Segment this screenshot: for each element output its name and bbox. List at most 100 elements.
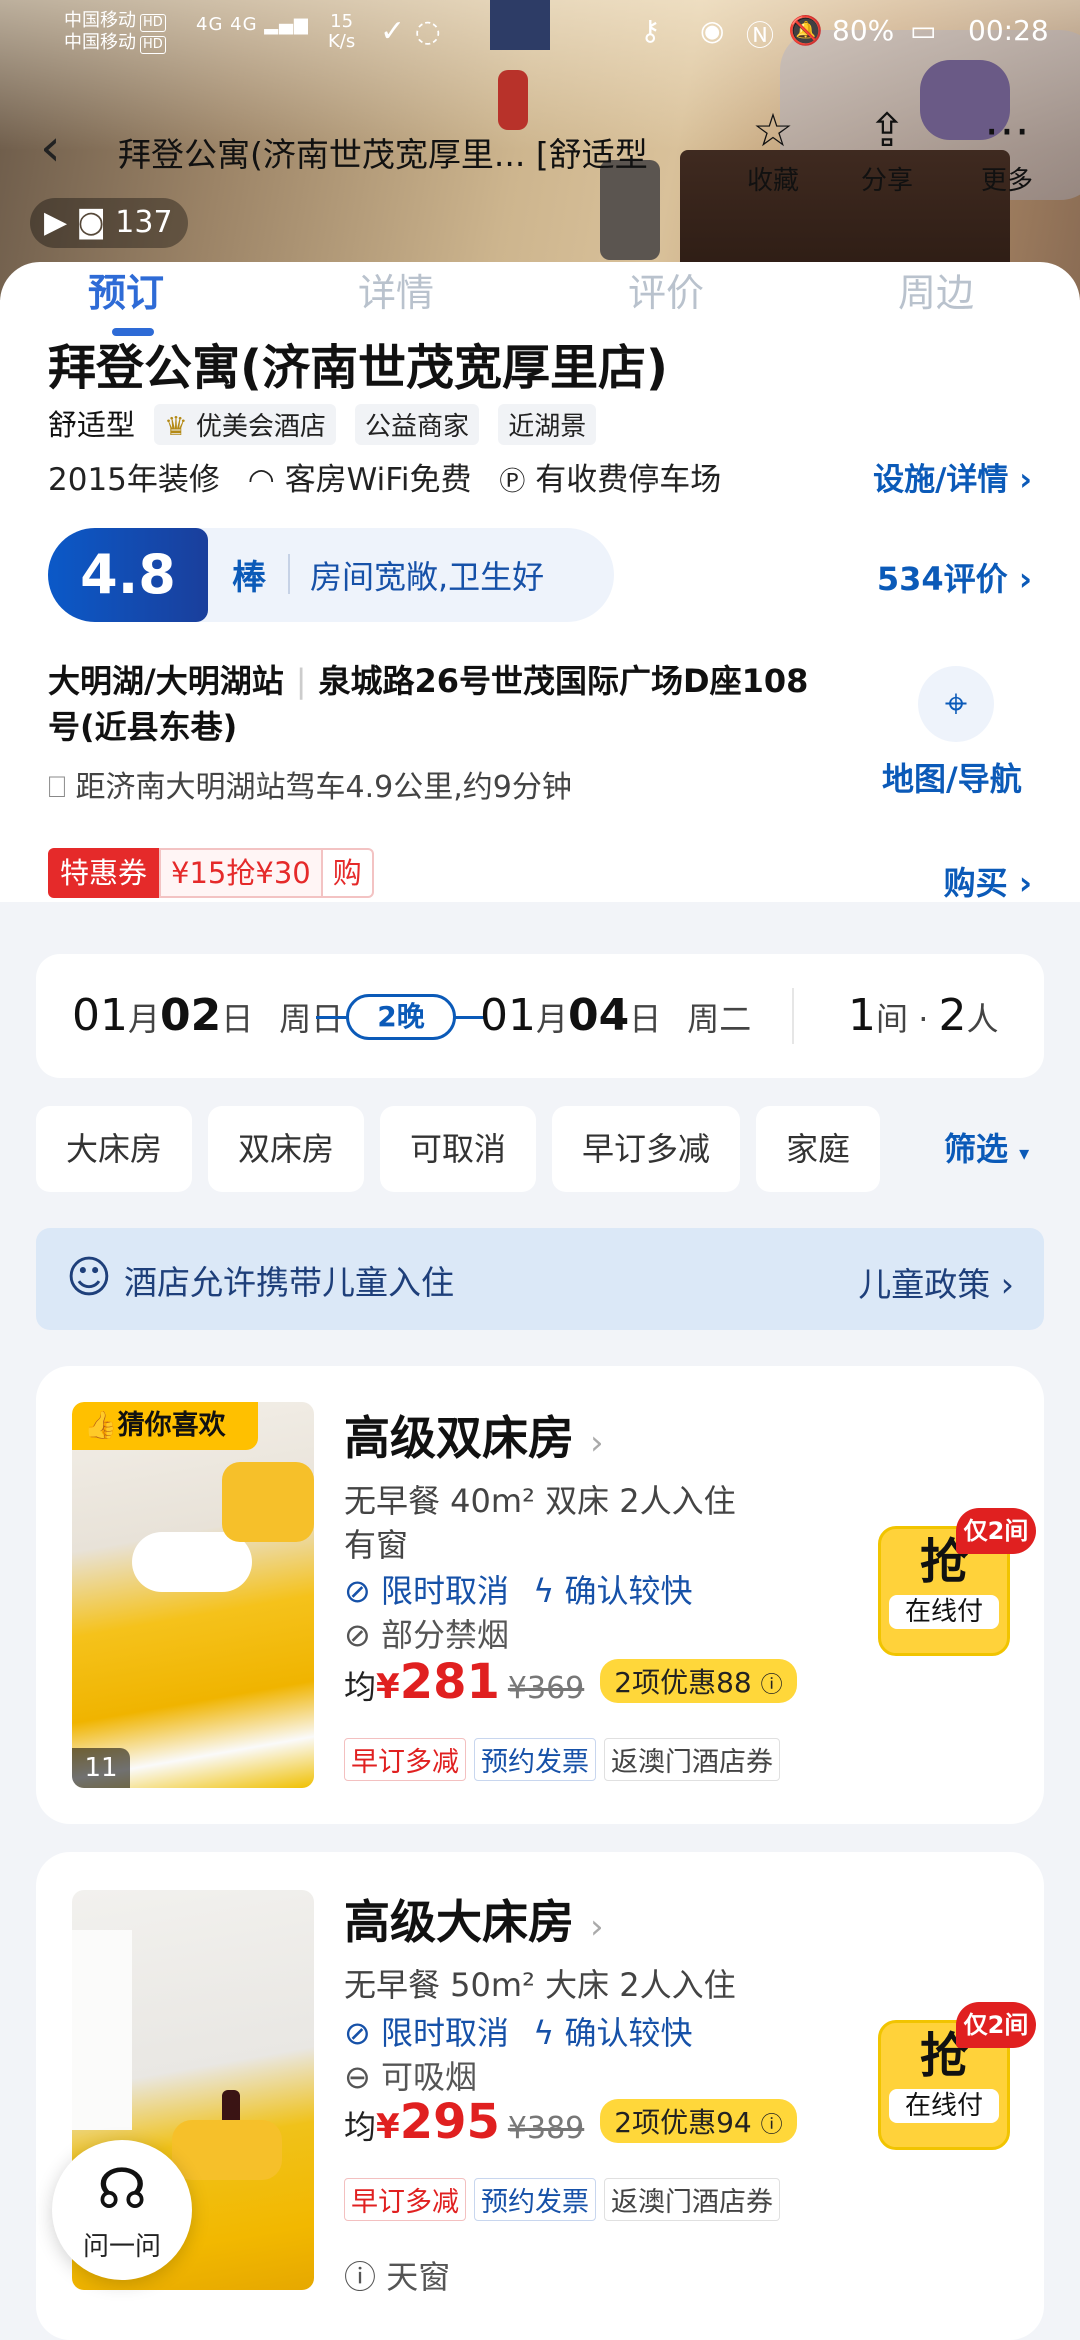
discount-badge[interactable]: 2项优惠94 ⓘ: [600, 2099, 797, 2143]
clock: 00:28: [968, 14, 1049, 47]
customer-service-button[interactable]: ☊ 问一问: [52, 2140, 192, 2280]
cancel-policy: 限时取消: [380, 1572, 509, 1610]
share-button[interactable]: ⇪ 分享: [842, 100, 932, 197]
buy-link-label: 购买: [943, 864, 1008, 902]
reviews-link[interactable]: 534评价 ›: [877, 554, 1032, 600]
chevron-right-icon: ›: [1000, 1265, 1014, 1304]
guest-unit: 人: [966, 1000, 999, 1038]
chain-chip: ♛ 优美会酒店: [154, 404, 336, 445]
price-value: 281: [399, 1654, 500, 1710]
camera-icon: ◙: [76, 205, 106, 240]
carrier-2: 中国移动: [64, 32, 136, 53]
coupon-tag: 特惠券: [48, 848, 160, 898]
room-guest-selector[interactable]: 1间 · 2人: [848, 990, 999, 1041]
station-icon: ⎕: [48, 770, 66, 805]
checkin-month: 01: [72, 990, 128, 1041]
back-icon[interactable]: ‹: [40, 122, 61, 174]
filter-early-booking[interactable]: 早订多减: [552, 1106, 741, 1192]
child-policy-link-label: 儿童政策: [858, 1265, 991, 1304]
nfc-n-icon: Ⓝ: [746, 19, 775, 52]
facilities-link[interactable]: 设施/详情 ›: [873, 454, 1032, 499]
map-link[interactable]: 地图/导航: [882, 754, 1022, 800]
photo-count-badge[interactable]: ▶ ◙ 137: [30, 198, 188, 248]
carrier-info: 中国移动 HD 中国移动 HD: [64, 10, 166, 54]
lightning-icon: ϟ: [533, 1572, 555, 1610]
room-card[interactable]: 高级大床房 › 无早餐 50m² 大床 2人入住 ⊘ 限时取消 ϟ 确认较快 ⊖…: [36, 1852, 1044, 2340]
lake-view-chip: 近湖景: [498, 404, 597, 445]
room-name[interactable]: 高级大床房 ›: [344, 1886, 604, 1952]
chevron-right-icon: ›: [1018, 864, 1032, 902]
network-speed: 15 K/s: [328, 12, 355, 52]
room-desc: 无早餐 40m² 双床 2人入住: [344, 1482, 736, 1520]
coupon-badge[interactable]: 特惠券 ¥15抢¥30 购: [48, 848, 374, 898]
room-price: 均¥281 ¥369 2项优惠88 ⓘ: [344, 1654, 797, 1710]
room-name[interactable]: 高级双床房 ›: [344, 1402, 604, 1468]
hotel-type: 舒适型: [48, 408, 136, 442]
distance-text: 距济南大明湖站驾车4.9公里,约9分钟: [75, 770, 572, 805]
rating-pill[interactable]: 4.8 棒 房间宽敞,卫生好: [48, 528, 614, 622]
filter-king-bed[interactable]: 大床房: [36, 1106, 193, 1192]
tag-early-booking: 早订多减: [344, 2178, 466, 2221]
filter-cancellable[interactable]: 可取消: [380, 1106, 537, 1192]
more-label: 更多: [980, 166, 1033, 196]
tab-reviews[interactable]: 评价: [628, 262, 704, 317]
month-char: 月: [536, 1000, 569, 1038]
headset-icon: ☊: [97, 2157, 147, 2222]
checkout-date[interactable]: 01月04日 周二: [480, 990, 751, 1041]
smoking-policy: ⊘ 部分禁烟: [344, 1610, 509, 1656]
buy-link[interactable]: 购买 ›: [944, 858, 1032, 904]
speed-unit: K/s: [328, 31, 356, 52]
tab-details[interactable]: 详情: [358, 262, 434, 317]
curtain: [72, 1930, 132, 2130]
child-policy-banner[interactable]: ☺ 酒店允许携带儿童入住 儿童政策 ›: [36, 1228, 1044, 1330]
room-policies: ⊘ 限时取消 ϟ 确认较快: [344, 2008, 692, 2054]
room-photo[interactable]: 👍猜你喜欢 11: [72, 1402, 314, 1788]
mute-icon: 🔕: [788, 14, 823, 47]
currency: ¥: [376, 1667, 400, 1707]
room-name-label: 高级大床房: [344, 1895, 574, 1949]
checkout-weekday: 周二: [687, 1000, 752, 1038]
room-name-label: 高级双床房: [344, 1411, 574, 1465]
smile-icon: ☺: [66, 1252, 112, 1303]
tag-macau-coupon: 返澳门酒店券: [604, 2178, 780, 2221]
filter-twin-bed[interactable]: 双床房: [208, 1106, 365, 1192]
room-card[interactable]: 👍猜你喜欢 11 高级双床房 › 无早餐 40m² 双床 2人入住 有窗 ⊘ 限…: [36, 1366, 1044, 1824]
favorite-label: 收藏: [746, 166, 799, 196]
map-pin-icon[interactable]: ⌖: [918, 666, 994, 742]
favorite-button[interactable]: ☆ 收藏: [728, 100, 818, 197]
distance-row: ⎕ 距济南大明湖站驾车4.9公里,约9分钟: [48, 762, 572, 806]
discount-badge[interactable]: 2项优惠88 ⓘ: [600, 1659, 797, 1703]
hotel-tags-row: 舒适型 ♛ 优美会酒店 公益商家 近湖景: [48, 402, 597, 445]
hotel-info-card: 预订 详情 评价 周边 拜登公寓(济南世茂宽厚里店) 舒适型 ♛ 优美会酒店 公…: [0, 262, 1080, 902]
discount-label: 2项优惠88: [614, 1666, 752, 1699]
share-label: 分享: [860, 166, 913, 196]
signal-icon: 4G 4G ▂▄▆: [196, 14, 309, 35]
check-circle-icon: ⊘: [344, 1572, 371, 1610]
filter-button[interactable]: 筛选 ▾: [920, 1106, 1080, 1192]
tag-invoice: 预约发票: [474, 2178, 596, 2221]
checkin-day: 02: [160, 990, 222, 1041]
filter-family[interactable]: 家庭: [756, 1106, 881, 1192]
parking-icon: Ⓟ: [499, 467, 526, 497]
price-value: 295: [399, 2094, 500, 2150]
status-bar: 中国移动 HD 中国移动 HD 4G 4G ▂▄▆ 15 K/s ✓ ◌ ⚷ ◉ Ⓝ…: [0, 0, 1080, 70]
nights-badge: 2晚: [346, 994, 456, 1040]
pay-online-label: 在线付: [889, 2089, 999, 2123]
chain-label: 优美会酒店: [195, 412, 326, 442]
smoking-policy: ⊖ 可吸烟: [344, 2052, 477, 2098]
child-policy-link[interactable]: 儿童政策 ›: [858, 1258, 1014, 1306]
rating-word: 棒: [232, 558, 266, 598]
date-picker-card[interactable]: 01月02日 周日 2晚 01月04日 周二 1间 · 2人: [36, 954, 1044, 1078]
help-icon: ⓘ: [760, 2113, 783, 2138]
key-icon: ⚷: [640, 14, 661, 47]
address-block[interactable]: 大明湖/大明湖站 | 泉城路26号世茂国际广场D座108号(近县东巷): [48, 658, 828, 750]
tab-nearby[interactable]: 周边: [898, 262, 974, 317]
more-button[interactable]: ⋯ 更多: [962, 100, 1052, 197]
month-char: 月: [128, 1000, 161, 1038]
top-nav: ‹ 拜登公寓(济南世茂宽厚里... [舒适型 ☆ 收藏 ⇪ 分享 ⋯ 更多: [0, 100, 1080, 210]
price-prefix: 均: [344, 1668, 377, 1706]
tab-booking[interactable]: 预订: [88, 262, 164, 317]
checkin-date[interactable]: 01月02日 周日: [72, 990, 343, 1041]
smoking-icon: ⊖: [344, 2058, 371, 2096]
battery-icon: ▭: [910, 14, 937, 47]
